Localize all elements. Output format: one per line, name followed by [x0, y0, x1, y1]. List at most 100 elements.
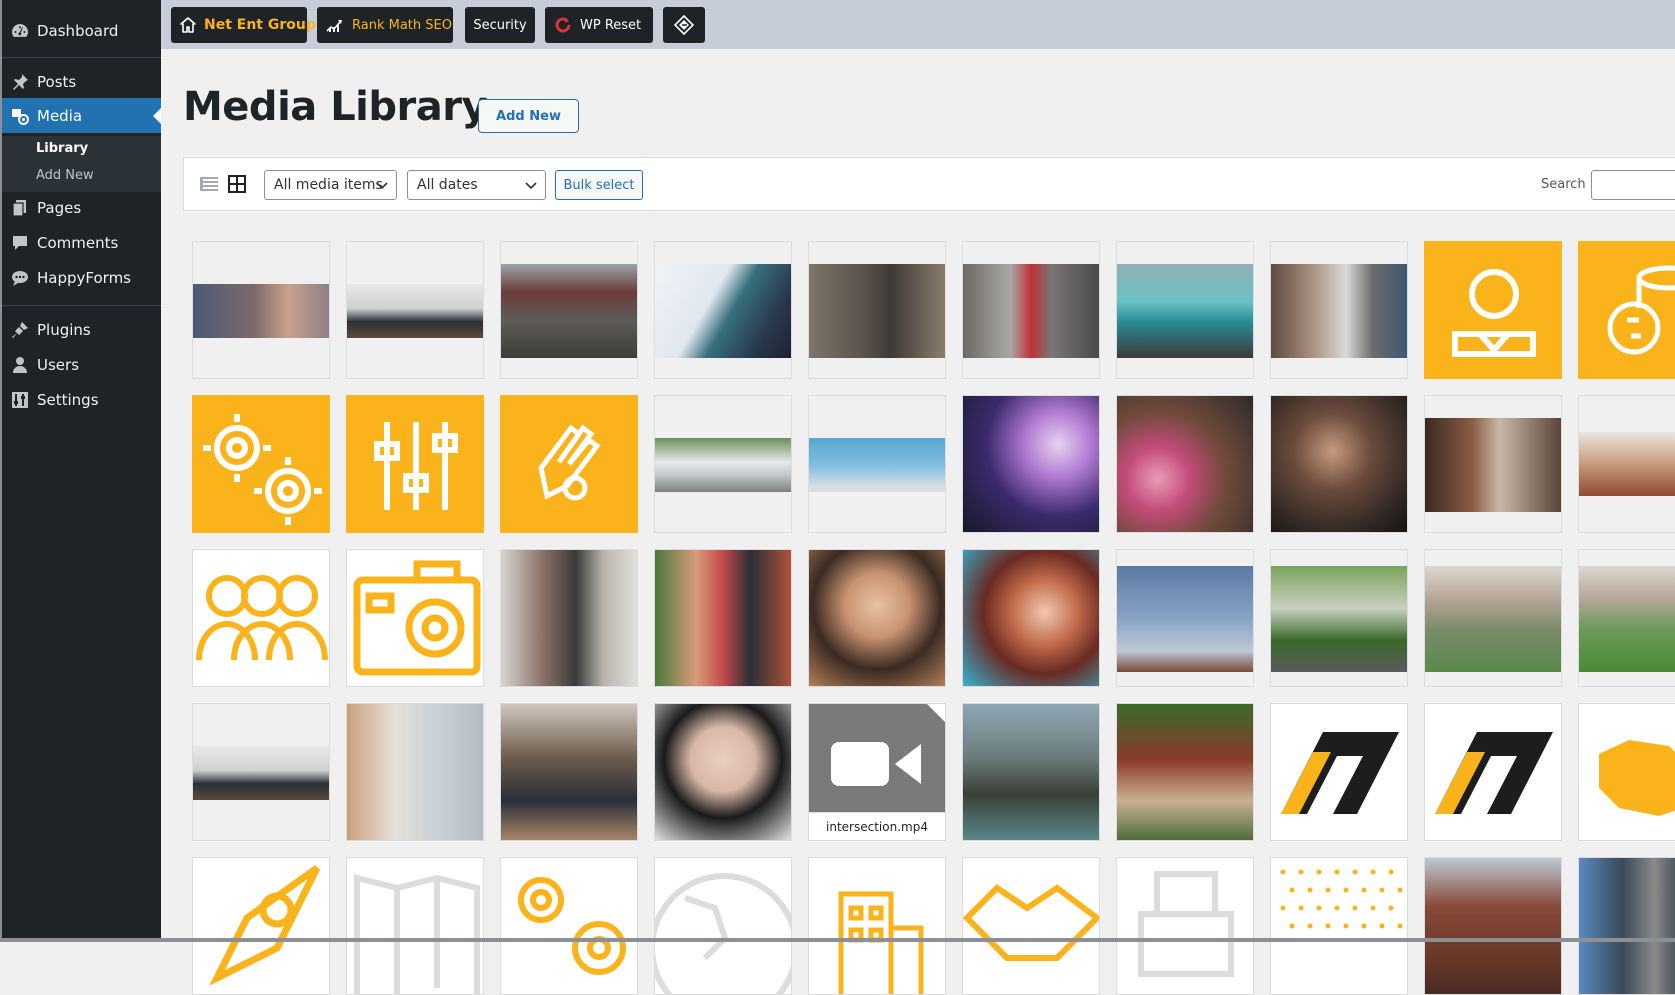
- attachment-thumbnail[interactable]: [1270, 703, 1408, 841]
- sidebar-item-posts[interactable]: Posts: [0, 64, 161, 99]
- add-new-button[interactable]: Add New: [478, 99, 579, 133]
- sidebar-item-happyforms[interactable]: HappyForms: [0, 260, 161, 295]
- attachment-thumbnail[interactable]: [654, 395, 792, 533]
- toolbar-label: Security: [473, 17, 527, 33]
- sidebar-item-label: Posts: [37, 72, 77, 91]
- sidebar-item-dashboard[interactable]: Dashboard: [0, 13, 161, 48]
- attachment-thumbnail[interactable]: [962, 857, 1100, 995]
- sidebar-item-plugins[interactable]: Plugins: [0, 312, 161, 347]
- attachment-thumbnail[interactable]: [1424, 241, 1562, 379]
- toolbar-rank-math-button[interactable]: Rank Math SEO: [317, 7, 453, 43]
- toolbar-label: Net Ent Group: [204, 17, 316, 33]
- hand-coin-icon: [538, 424, 601, 501]
- attachment-thumbnail[interactable]: [808, 241, 946, 379]
- sidebar-item-media[interactable]: Media: [0, 98, 161, 133]
- sidebar-item-comments[interactable]: Comments: [0, 225, 161, 260]
- attachment-thumbnail[interactable]: [1424, 395, 1562, 533]
- user-icon: [10, 355, 30, 375]
- video-camera-icon: [831, 704, 945, 786]
- user-badge-icon: [1452, 269, 1536, 357]
- building-icon: [838, 891, 924, 994]
- admin-sidebar: Dashboard Posts Media Library Add New Pa…: [0, 0, 161, 942]
- attachment-thumbnail[interactable]: [1578, 395, 1675, 533]
- attachment-thumbnail[interactable]: [346, 241, 484, 379]
- dots-pattern-icon: [1280, 869, 1403, 929]
- attachment-thumbnail[interactable]: [192, 549, 330, 687]
- sidebar-item-label: HappyForms: [37, 268, 131, 287]
- attachment-thumbnail[interactable]: [654, 857, 792, 995]
- attachment-thumbnail[interactable]: [1116, 703, 1254, 841]
- attachment-video[interactable]: intersection.mp4: [808, 703, 946, 841]
- dashboard-icon: [10, 21, 30, 41]
- media-type-select[interactable]: All media items: [264, 170, 397, 200]
- attachment-thumbnail[interactable]: [1116, 241, 1254, 379]
- attachment-thumbnail[interactable]: [1116, 395, 1254, 533]
- attachment-thumbnail[interactable]: [962, 395, 1100, 533]
- attachment-thumbnail[interactable]: [1270, 395, 1408, 533]
- attachment-thumbnail[interactable]: [962, 241, 1100, 379]
- attachment-thumbnail[interactable]: [1270, 857, 1408, 995]
- admin-toolbar: Net Ent Group Rank Math SEO Security WP …: [161, 0, 1675, 49]
- chart-icon: [326, 18, 344, 32]
- attachment-thumbnail[interactable]: [1424, 703, 1562, 841]
- sidebar-item-pages[interactable]: Pages: [0, 190, 161, 225]
- sidebar-item-label: Pages: [37, 198, 82, 217]
- attachment-thumbnail[interactable]: [1270, 549, 1408, 687]
- toolbar-wp-reset-button[interactable]: WP Reset: [545, 7, 653, 43]
- search-input[interactable]: [1591, 170, 1675, 200]
- attachment-thumbnail[interactable]: [962, 703, 1100, 841]
- attachment-thumbnail[interactable]: [192, 241, 330, 379]
- attachment-thumbnail[interactable]: [500, 857, 638, 995]
- attachment-thumbnail[interactable]: [654, 549, 792, 687]
- submenu-add-new[interactable]: Add New: [36, 168, 94, 183]
- date-filter-select[interactable]: All dates: [407, 170, 546, 200]
- toolbar-label: WP Reset: [580, 17, 642, 33]
- attachment-thumbnail[interactable]: [808, 857, 946, 995]
- media-icon: [10, 106, 30, 126]
- attachment-thumbnail[interactable]: [500, 395, 638, 533]
- sidebar-item-label: Media: [37, 106, 83, 125]
- attachment-thumbnail[interactable]: [962, 549, 1100, 687]
- chat-icon: [10, 268, 30, 288]
- attachment-thumbnail[interactable]: [808, 395, 946, 533]
- attachment-thumbnail[interactable]: [192, 857, 330, 995]
- sidebar-item-users[interactable]: Users: [0, 347, 161, 382]
- attachment-thumbnail[interactable]: [500, 703, 638, 841]
- attachment-thumbnail[interactable]: [1270, 241, 1408, 379]
- grid-view-icon[interactable]: [227, 174, 247, 198]
- attachment-thumbnail[interactable]: [1578, 241, 1675, 379]
- page-title: Media Library: [183, 84, 488, 130]
- submenu-library[interactable]: Library: [36, 141, 88, 156]
- attachment-thumbnail[interactable]: [346, 395, 484, 533]
- comment-icon: [10, 233, 30, 253]
- attachment-thumbnail[interactable]: [1578, 549, 1675, 687]
- list-view-icon[interactable]: [199, 174, 219, 198]
- sidebar-item-label: Settings: [37, 390, 99, 409]
- attachment-thumbnail[interactable]: [346, 857, 484, 995]
- window-left-border: [0, 0, 2, 942]
- attachment-thumbnail[interactable]: [1578, 857, 1675, 995]
- map-icon: [1599, 740, 1675, 816]
- toolbar-security-button[interactable]: Security: [465, 7, 535, 43]
- sidebar-item-label: Dashboard: [37, 21, 119, 40]
- attachment-thumbnail[interactable]: [1424, 857, 1562, 995]
- attachment-thumbnail[interactable]: [1578, 703, 1675, 841]
- toolbar-diamond-button[interactable]: [663, 7, 705, 43]
- attachment-thumbnail[interactable]: [654, 703, 792, 841]
- attachment-thumbnail[interactable]: [654, 241, 792, 379]
- bulk-select-button[interactable]: Bulk select: [555, 170, 643, 200]
- attachment-thumbnail[interactable]: [500, 241, 638, 379]
- attachment-thumbnail[interactable]: [500, 549, 638, 687]
- attachment-thumbnail[interactable]: [1116, 549, 1254, 687]
- sidebar-item-settings[interactable]: Settings: [0, 382, 161, 417]
- attachment-thumbnail[interactable]: [192, 703, 330, 841]
- attachment-thumbnail[interactable]: [1116, 857, 1254, 995]
- attachment-thumbnail[interactable]: [808, 549, 946, 687]
- attachment-thumbnail[interactable]: [346, 703, 484, 841]
- toolbar-net-ent-group-button[interactable]: Net Ent Group: [171, 7, 316, 43]
- reset-icon: [554, 17, 572, 33]
- attachment-thumbnail[interactable]: [1424, 549, 1562, 687]
- attachment-thumbnail[interactable]: [346, 549, 484, 687]
- attachment-thumbnail[interactable]: [192, 395, 330, 533]
- coins-icon: [1607, 265, 1675, 355]
